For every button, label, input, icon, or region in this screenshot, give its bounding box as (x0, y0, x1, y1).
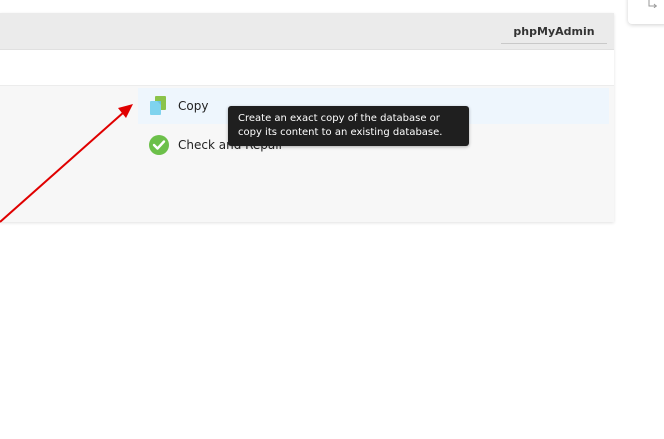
card-subheader (0, 49, 614, 86)
checkmark-circle-icon (148, 134, 170, 156)
copy-tooltip: Create an exact copy of the database or … (228, 106, 469, 146)
page: phpMyAdmin Copy Check Create an exact co… (0, 0, 664, 439)
panel-collapse-icon[interactable] (648, 0, 658, 9)
card-header: phpMyAdmin (0, 13, 614, 49)
copy-database-icon (148, 95, 170, 117)
phpmyadmin-button[interactable]: phpMyAdmin (501, 20, 607, 44)
side-panel-corner[interactable] (628, 0, 664, 24)
tool-copy-label: Copy (178, 99, 209, 113)
